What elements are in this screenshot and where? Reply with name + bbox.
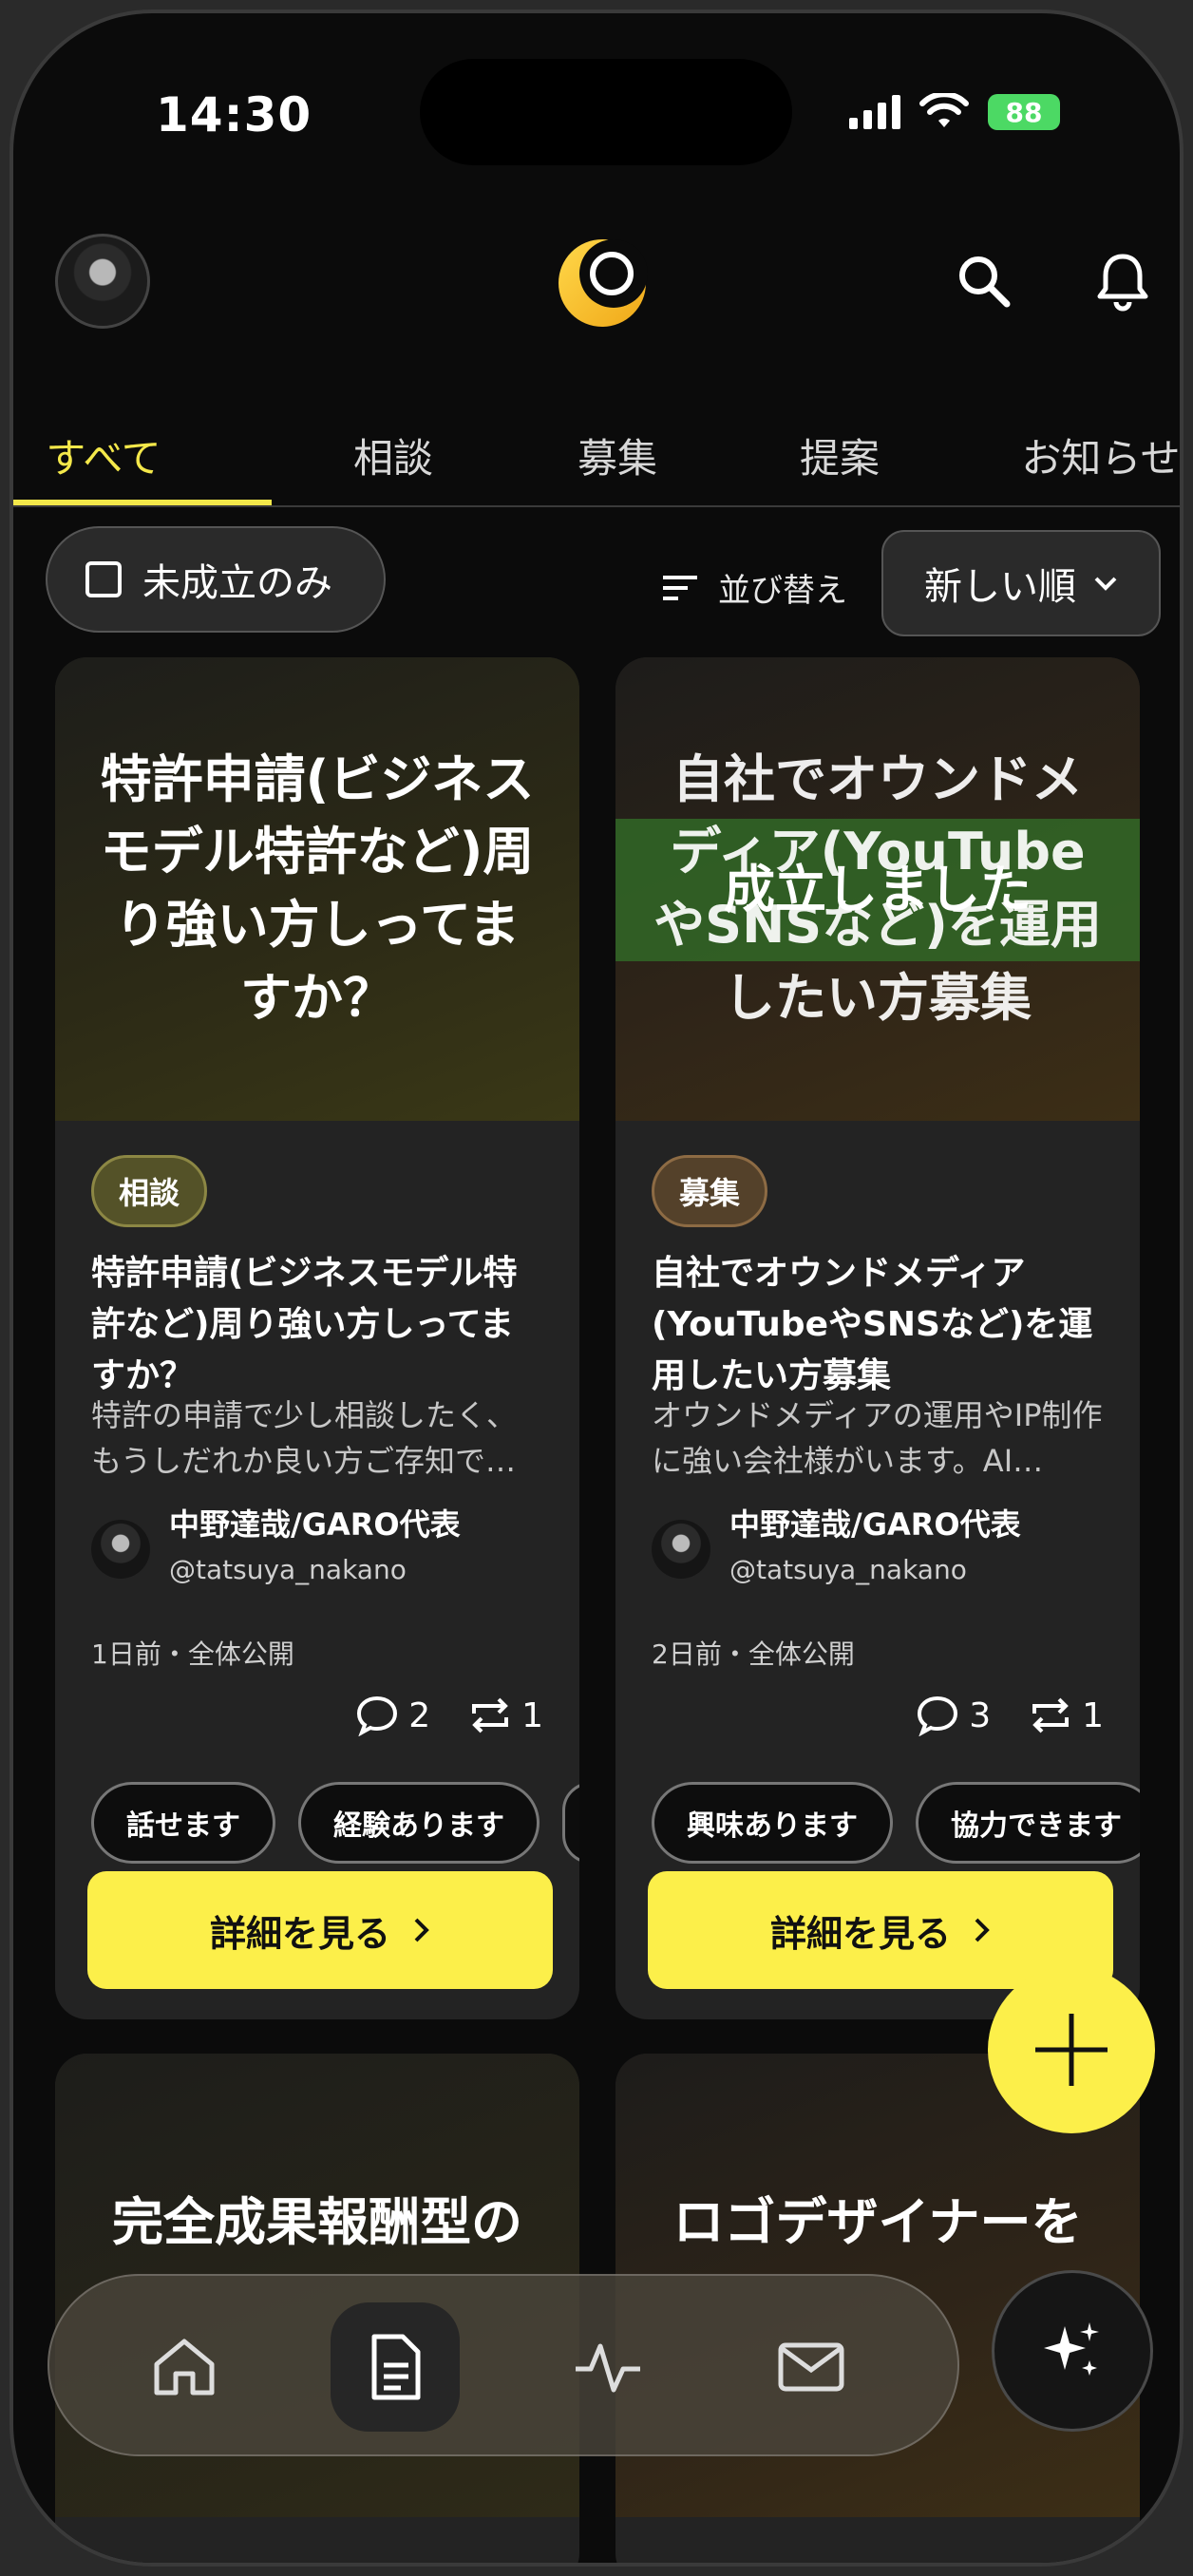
home-icon [154,2339,215,2396]
tab-indicator [13,500,272,505]
filter-label: 未成立のみ [142,561,332,605]
document-icon [371,2334,421,2400]
comment-stat[interactable]: 3 [916,1695,991,1736]
reaction-chip[interactable]: 興味あります [652,1782,893,1864]
category-tabs: すべて 相談 募集 提案 お知らせ [13,403,1180,507]
tab-all[interactable]: すべて [13,403,194,507]
comment-icon [357,1695,398,1736]
unmatched-only-filter[interactable]: 未成立のみ [46,526,386,633]
author-avatar[interactable] [91,1520,150,1579]
dynamic-island [420,59,792,165]
card-hero-title: 特許申請(ビジネスモデル特許など)周り強い方しってますか？ [100,748,535,1028]
status-icons: 88 [849,93,1060,131]
repost-stat[interactable]: 1 [468,1695,543,1736]
status-time: 14:30 [156,87,312,142]
sort-dropdown[interactable]: 新しい順 [881,530,1161,636]
author[interactable]: 中野達哉/GARO代表 @tatsuya_nakano [91,1501,547,1615]
category-tag: 相談 [91,1155,208,1227]
card-title: 自社でオウンドメディア(YouTubeやSNSなど)を運用したい方募集 [652,1254,1093,1395]
repost-count: 1 [1082,1695,1104,1735]
post-card[interactable]: 自社でオウンドメディア(YouTubeやSNSなど)を運用したい方募集 成立しま… [615,657,1140,2019]
comment-count: 3 [969,1695,992,1735]
view-details-label: 詳細を見る [209,1912,390,1955]
category-tag: 募集 [652,1155,768,1227]
chevron-right-icon [975,1918,990,1942]
nav-messages[interactable] [747,2302,876,2432]
tab-proposal[interactable]: 提案 [745,403,935,507]
card-hero: 特許申請(ビジネスモデル特許など)周り強い方しってますか？ [55,657,579,1121]
activity-icon [576,2343,640,2393]
bell-icon[interactable] [1092,251,1153,312]
bottom-navigation [47,2274,959,2456]
crescent-moon-logo[interactable] [555,234,650,329]
repost-icon [1032,1697,1070,1733]
repost-icon [472,1697,509,1733]
comment-count: 2 [408,1695,431,1735]
author-name: 中野達哉/GARO代表 [729,1506,1021,1543]
reaction-chip[interactable]: 協力できます [916,1782,1140,1864]
nav-home[interactable] [120,2302,249,2432]
comment-stat[interactable]: 2 [355,1695,430,1736]
view-details-button[interactable]: 詳細を見る [87,1871,553,1989]
mail-icon [778,2342,844,2392]
tab-consult[interactable]: 相談 [298,403,488,507]
signal-icon [849,95,900,129]
phone-screen: 14:30 88 すべて 相談 募集 提案 お知らせ 未成立のみ 並び替え 新し… [9,9,1184,2567]
card-title: 特許申請(ビジネスモデル特許など)周り強い方しってますか？ [91,1254,518,1395]
sort-lines-icon [663,575,697,600]
author[interactable]: 中野達哉/GARO代表 @tatsuya_nakano [652,1501,1108,1615]
sort-label-text: 並び替え [718,572,847,610]
user-avatar[interactable] [55,234,150,329]
sparkles-icon [1044,2322,1099,2376]
reaction-chips: 興味あります 協力できます [652,1782,1140,1864]
card-description: 特許の申請で少し相談したく、もうしだれか良い方ご存知で… [91,1397,518,1479]
sort-value: 新しい順 [924,565,1076,609]
create-post-button[interactable] [988,1966,1155,2133]
chevron-down-icon [1094,577,1117,591]
reaction-chip-partial[interactable] [562,1782,579,1864]
reaction-chip[interactable]: 話せます [91,1782,275,1864]
card-hero: 自社でオウンドメディア(YouTubeやSNSなど)を運用したい方募集 [615,657,1140,1121]
nav-activity[interactable] [543,2302,672,2432]
wifi-icon [919,93,969,127]
sort-label: 並び替え [661,564,847,611]
comment-icon [918,1695,958,1736]
search-icon[interactable] [954,251,1014,312]
post-stats: 3 1 [916,1695,1104,1736]
ai-assistant-button[interactable] [992,2270,1153,2432]
repost-stat[interactable]: 1 [1029,1695,1104,1736]
repost-count: 1 [521,1695,543,1735]
post-card[interactable]: 特許申請(ビジネスモデル特許など)周り強い方しってますか？ 相談 特許申請(ビジ… [55,657,579,2019]
plus-icon [1035,2014,1108,2086]
author-handle: @tatsuya_nakano [729,1554,967,1585]
chevron-right-icon [414,1918,429,1942]
checkbox-icon[interactable] [85,561,122,597]
card-hero-title: ロゴデザイナーを [672,2192,1083,2252]
nav-posts[interactable] [331,2302,460,2432]
author-name: 中野達哉/GARO代表 [169,1506,461,1543]
card-description: オウンドメディアの運用やIP制作に強い会社様がいます。AI… [652,1397,1103,1479]
reaction-chip[interactable]: 経験あります [298,1782,540,1864]
card-hero-title: 自社でオウンドメディア(YouTubeやSNSなど)を運用したい方募集 [653,748,1102,1028]
post-meta: 1日前・全体公開 [91,1638,294,1670]
tab-news[interactable]: お知らせ [992,403,1180,507]
author-avatar[interactable] [652,1520,710,1579]
post-stats: 2 1 [355,1695,543,1736]
tab-recruit[interactable]: 募集 [522,403,712,507]
reaction-chips: 話せます 経験あります [91,1782,579,1864]
view-details-label: 詳細を見る [769,1912,951,1955]
card-hero-title: 完全成果報酬型の [112,2192,522,2252]
battery-indicator: 88 [988,94,1060,130]
author-handle: @tatsuya_nakano [169,1554,407,1585]
battery-level: 88 [1005,96,1043,128]
post-meta: 2日前・全体公開 [652,1638,855,1670]
